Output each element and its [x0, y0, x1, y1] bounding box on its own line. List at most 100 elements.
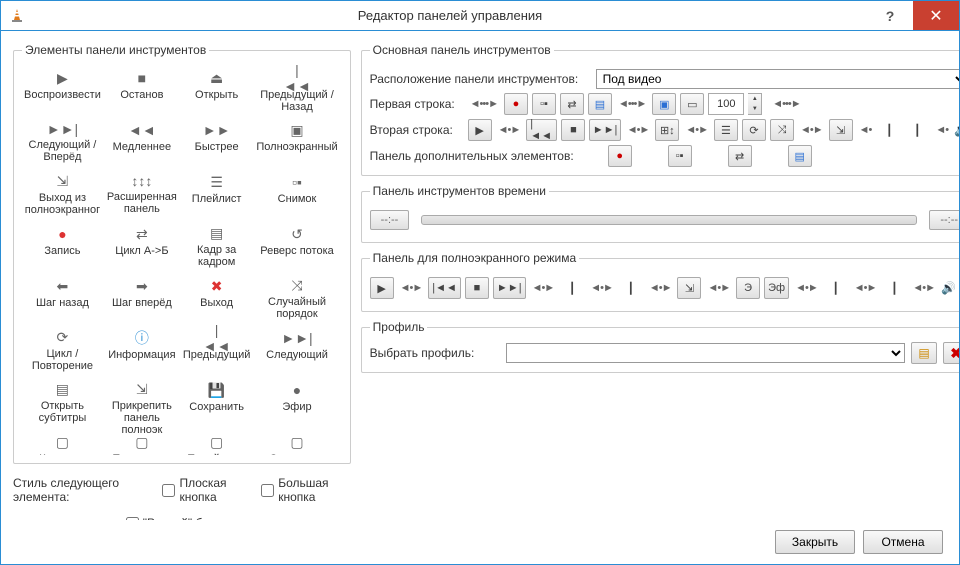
profile-select[interactable]: [506, 343, 905, 363]
stop-icon[interactable]: ■: [561, 119, 585, 141]
tool-grid[interactable]: ▶Воспроизвести■Останов⏏Открыть|◄◄Предыду…: [22, 65, 342, 455]
speaker-icon[interactable]: 🔊: [941, 281, 956, 295]
separator-icon[interactable]: ◄•►: [398, 282, 425, 294]
tool-item[interactable]: |◄◄Предыдущий / Назад: [254, 65, 339, 115]
tool-item[interactable]: ⇲Выход из полноэкранног: [22, 169, 103, 219]
separator-icon[interactable]: ◄•: [857, 124, 874, 136]
tool-item[interactable]: ▢Качество: [22, 429, 103, 455]
separator-icon[interactable]: ◄•►: [793, 282, 820, 294]
separator-icon[interactable]: ◄•►: [625, 124, 652, 136]
tool-item[interactable]: ▢Перейти на: [181, 429, 252, 455]
tool-item[interactable]: ▶Воспроизвести: [22, 65, 103, 115]
speaker-icon[interactable]: 🔊: [954, 123, 959, 137]
separator-icon[interactable]: ◄•►: [530, 282, 557, 294]
tool-item[interactable]: ■Останов: [105, 65, 179, 115]
tool-item[interactable]: ◄◄Медленнее: [105, 117, 179, 167]
separator-icon[interactable]: ◄•►: [496, 124, 523, 136]
playlist-icon[interactable]: ☰: [714, 119, 738, 141]
exitfs-icon[interactable]: ⇲: [677, 277, 701, 299]
separator-icon[interactable]: ◄•►: [852, 282, 879, 294]
tool-item[interactable]: ✖Выход: [181, 273, 252, 323]
tool-item[interactable]: ⬅Шаг назад: [22, 273, 103, 323]
new-profile-icon[interactable]: ▤: [911, 342, 937, 364]
separator-icon[interactable]: ◄•••►: [468, 98, 500, 110]
tool-item[interactable]: ▣Полноэкранный: [254, 117, 339, 167]
separator-icon[interactable]: ◄•►: [588, 282, 615, 294]
vline-icon[interactable]: ┃: [905, 119, 929, 141]
shuffle-icon[interactable]: ⤨: [770, 119, 794, 141]
delete-profile-icon[interactable]: ✖: [943, 342, 959, 364]
vline-icon[interactable]: ┃: [877, 119, 901, 141]
record-icon[interactable]: ●: [504, 93, 528, 115]
tool-item[interactable]: ▤Кадр за кадром: [181, 221, 252, 271]
tool-item[interactable]: ↺Реверс потока: [254, 221, 339, 271]
exitfs-icon[interactable]: ⇲: [829, 119, 853, 141]
time-total[interactable]: --:--: [929, 210, 959, 230]
frame-icon[interactable]: ▤: [788, 145, 812, 167]
big-button-check[interactable]: [261, 484, 274, 497]
tool-item[interactable]: |◄◄Предыдущий: [181, 325, 252, 375]
tool-item[interactable]: ▫▪Снимок: [254, 169, 339, 219]
text-icon[interactable]: Э: [736, 277, 760, 299]
position-select[interactable]: Под видео: [596, 69, 959, 89]
separator-icon[interactable]: ◄•►: [798, 124, 825, 136]
tool-item[interactable]: ⏏Открыть: [181, 65, 252, 115]
tool-item[interactable]: ►►|Следующий / Вперёд: [22, 117, 103, 167]
tool-item[interactable]: ⤨Случайный порядок: [254, 273, 339, 323]
fullscreen-icon[interactable]: ▣: [652, 93, 676, 115]
tool-item[interactable]: 💾Сохранить: [181, 377, 252, 427]
prev-icon[interactable]: |◄◄: [526, 119, 557, 141]
flat-button-checkbox[interactable]: Плоская кнопка: [162, 476, 249, 504]
big-button-checkbox[interactable]: Большая кнопка: [261, 476, 350, 504]
tool-item[interactable]: ▢Отключить: [254, 429, 339, 455]
tool-item[interactable]: ●Запись: [22, 221, 103, 271]
loopab-icon[interactable]: ⇄: [560, 93, 584, 115]
snapshot-icon[interactable]: ▫▪: [668, 145, 692, 167]
tool-item[interactable]: ⟳Цикл / Повторение: [22, 325, 103, 375]
zoom-spinner[interactable]: ▲▼: [748, 93, 762, 115]
prev-icon[interactable]: |◄◄: [428, 277, 461, 299]
close-button[interactable]: Закрыть: [775, 530, 855, 554]
separator-icon[interactable]: ◄•►: [910, 282, 937, 294]
text-icon[interactable]: Эф: [764, 277, 789, 299]
cancel-button[interactable]: Отмена: [863, 530, 943, 554]
frame-icon[interactable]: ▤: [588, 93, 612, 115]
stop-icon[interactable]: ■: [465, 277, 489, 299]
time-elapsed[interactable]: --:--: [370, 210, 410, 230]
play-icon[interactable]: ▶: [468, 119, 492, 141]
tool-item[interactable]: ⇄Цикл A->Б: [105, 221, 179, 271]
record-icon[interactable]: ●: [608, 145, 632, 167]
separator-icon[interactable]: ◄•►: [705, 282, 732, 294]
flat-button-check[interactable]: [162, 484, 175, 497]
vline-icon[interactable]: ┃: [882, 277, 906, 299]
zoom-value[interactable]: 100: [708, 93, 744, 115]
tool-item[interactable]: ☰Плейлист: [181, 169, 252, 219]
line2-buttons[interactable]: ▶ ◄•► |◄◄ ■ ►►| ◄•► ⊞↕ ◄•► ☰ ⟳ ⤨ ◄•► ⇲ ◄…: [468, 119, 959, 141]
tool-item[interactable]: ⓘИнформация: [105, 325, 179, 375]
tool-item[interactable]: ►►|Следующий: [254, 325, 339, 375]
time-slider[interactable]: [421, 215, 917, 225]
fs-buttons[interactable]: ▶ ◄•► |◄◄ ■ ►►| ◄•► ┃ ◄•► ┃ ◄•► ⇲ ◄•► Э …: [370, 277, 956, 299]
separator-icon[interactable]: ◄•►: [647, 282, 674, 294]
line1-buttons[interactable]: ◄•••► ● ▫▪ ⇄ ▤ ◄•••► ▣ ▭ 100 ▲▼ ◄•••►: [468, 93, 803, 115]
tool-item[interactable]: ⇲Прикрепить панель полноэк: [105, 377, 179, 427]
separator-icon[interactable]: ◄•••►: [770, 98, 802, 110]
separator-icon[interactable]: ◄•►: [683, 124, 710, 136]
vline-icon[interactable]: ┃: [560, 277, 584, 299]
tool-item[interactable]: ▢Пропустить: [105, 429, 179, 455]
loop-icon[interactable]: ⟳: [742, 119, 766, 141]
window-icon[interactable]: ▭: [680, 93, 704, 115]
separator-icon[interactable]: ◄•••►: [616, 98, 648, 110]
vline-icon[interactable]: ┃: [619, 277, 643, 299]
next-icon[interactable]: ►►|: [589, 119, 620, 141]
loopab-icon[interactable]: ⇄: [728, 145, 752, 167]
tool-item[interactable]: ▤Открыть субтитры: [22, 377, 103, 427]
tool-item[interactable]: ↕↕↕Расширенная панель: [105, 169, 179, 219]
help-button[interactable]: ?: [867, 1, 913, 30]
vline-icon[interactable]: ┃: [824, 277, 848, 299]
next-icon[interactable]: ►►|: [493, 277, 526, 299]
separator-icon[interactable]: ◄•: [933, 124, 950, 136]
tool-item[interactable]: ➡Шаг вперёд: [105, 273, 179, 323]
tool-item[interactable]: ●Эфир: [254, 377, 339, 427]
snapshot-icon[interactable]: ▫▪: [532, 93, 556, 115]
